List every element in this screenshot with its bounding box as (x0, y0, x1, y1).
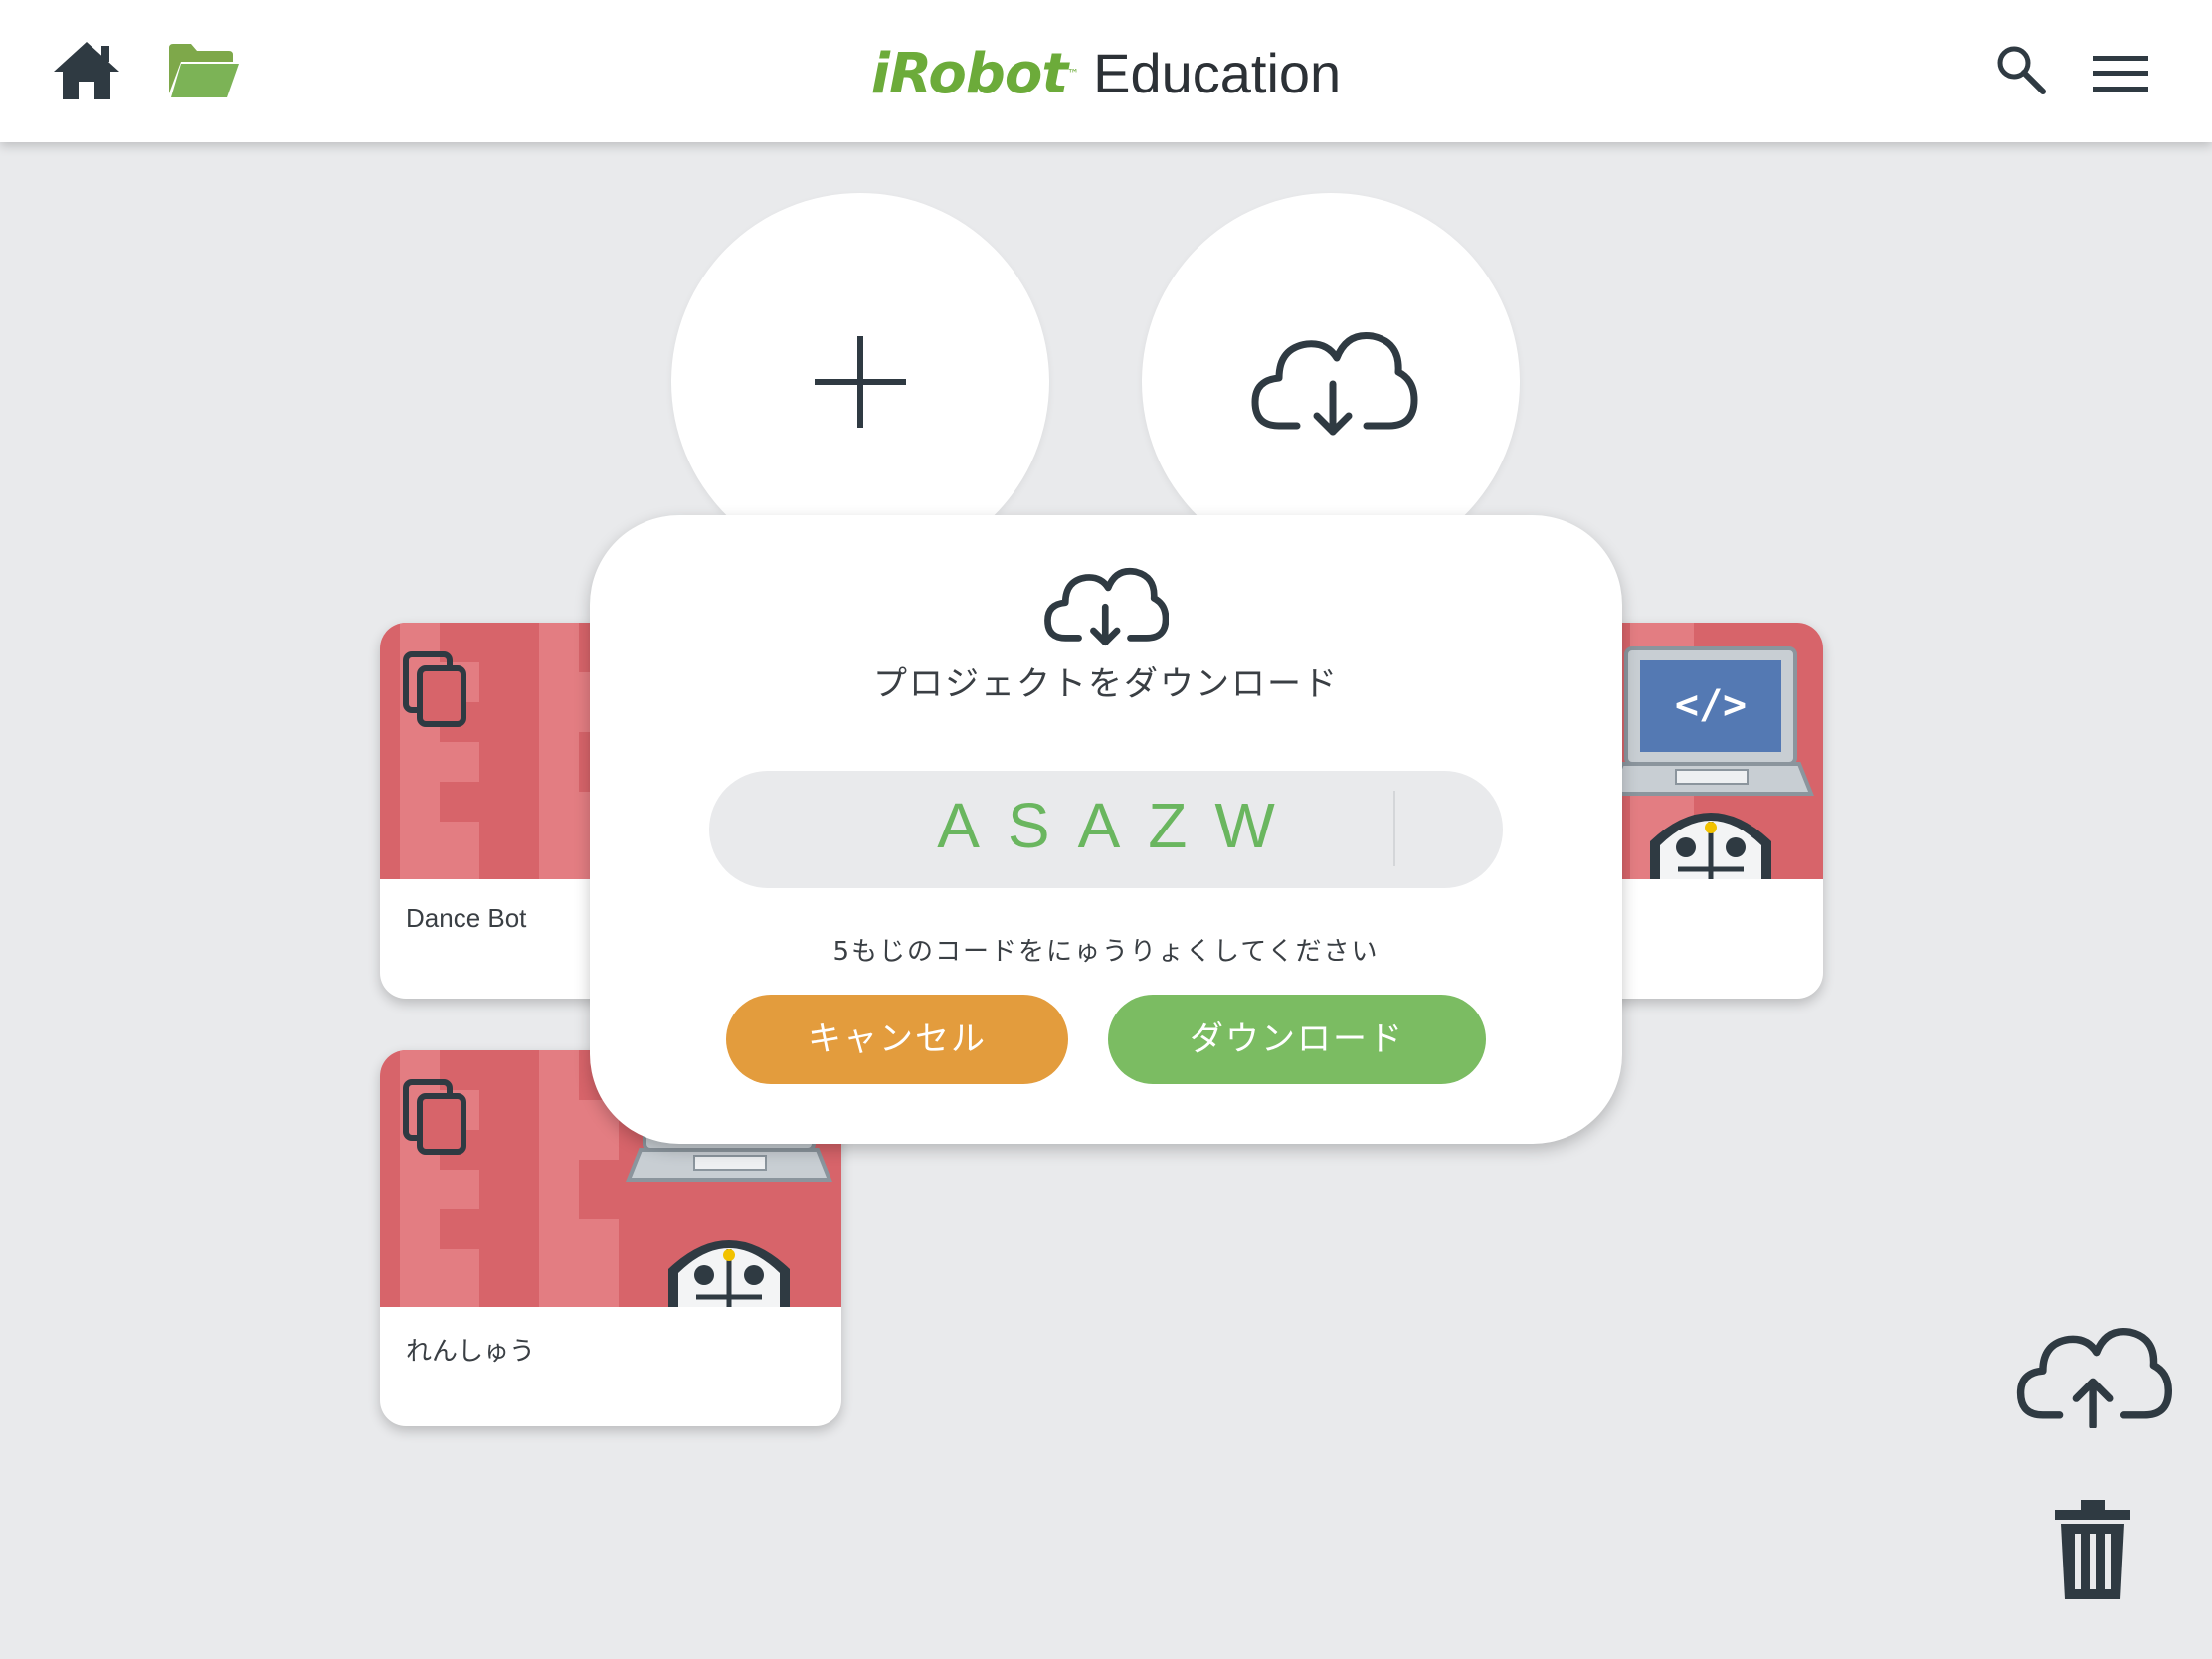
copy-icon (403, 1079, 466, 1155)
trash-icon[interactable] (2051, 1498, 2134, 1601)
code-hint: 5もじのコードをにゅうりょくしてください (832, 937, 1380, 967)
dialog-title: プロジェクトをダウンロード (873, 664, 1339, 704)
cloud-download-icon (1044, 567, 1169, 646)
cancel-button[interactable]: キャンセル (726, 995, 1068, 1084)
brand-trademark: ™ (1067, 67, 1080, 81)
copy-icon (403, 651, 466, 727)
download-project-dialog: プロジェクトをダウンロード ASAZW 5もじのコードをにゅうりょくしてください… (590, 515, 1622, 1144)
cloud-download-icon (1251, 331, 1418, 436)
search-icon[interactable] (1995, 44, 2047, 95)
hamburger-menu-icon[interactable] (2093, 54, 2148, 93)
brand-logo: iRobot (870, 42, 1068, 106)
new-project-button[interactable] (671, 193, 1049, 571)
project-title: れんしゅう (406, 1336, 536, 1366)
project-code-value[interactable]: ASAZW (709, 789, 1503, 862)
brand: iRobot™ Education (0, 38, 2212, 110)
project-code-input[interactable]: ASAZW (709, 771, 1503, 888)
brand-text: Education (1093, 42, 1342, 104)
project-title: Dance Bot (406, 903, 527, 933)
download-button[interactable]: ダウンロード (1108, 995, 1486, 1084)
app-header: iRobot™ Education (0, 0, 2212, 142)
cloud-upload-icon[interactable] (2015, 1319, 2172, 1428)
svg-text:</>: </> (1675, 682, 1747, 728)
plus-icon (815, 336, 906, 428)
text-caret (1393, 791, 1395, 866)
download-project-button[interactable] (1142, 193, 1520, 571)
